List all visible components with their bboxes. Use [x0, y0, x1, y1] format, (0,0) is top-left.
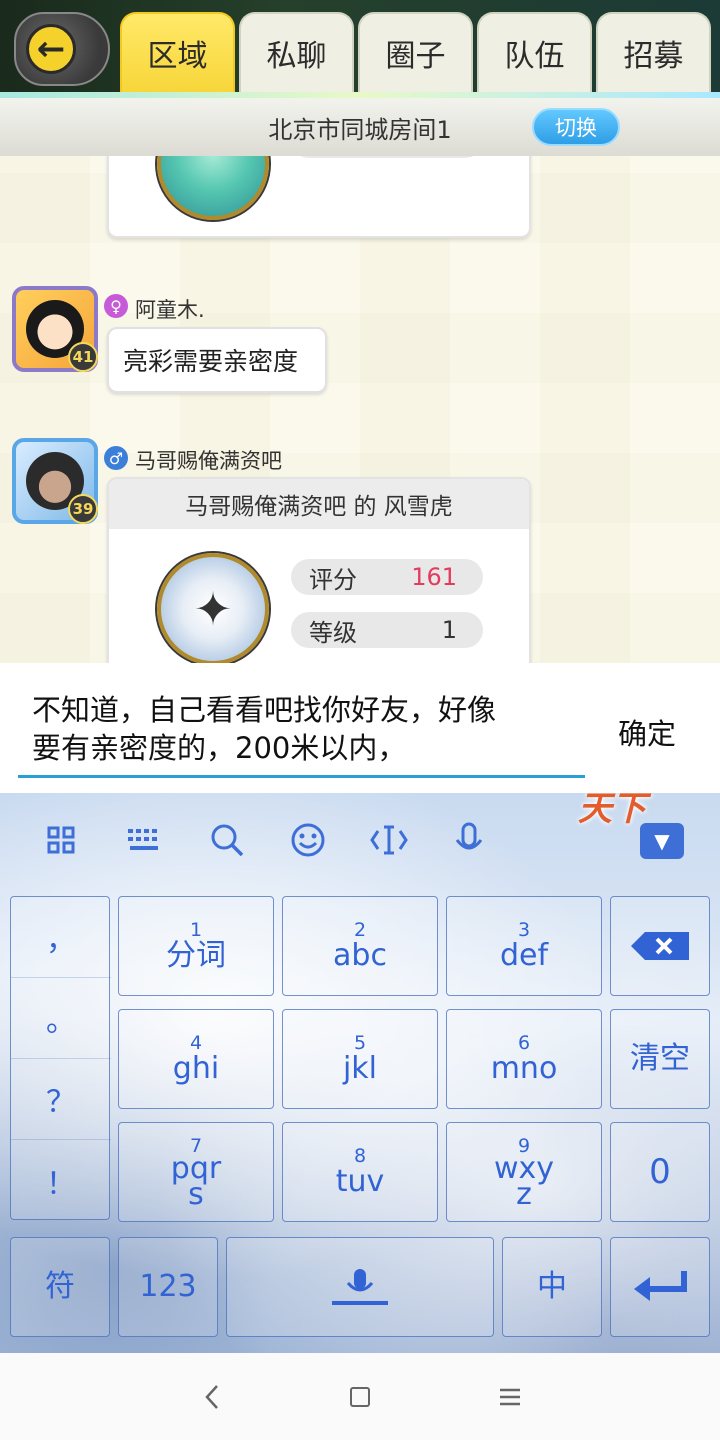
key-4[interactable]: 4 ghi [118, 1009, 274, 1109]
punct-comma-key[interactable]: ， [11, 897, 111, 978]
punct-period-key[interactable]: 。 [11, 978, 111, 1059]
avatar[interactable]: 39 [12, 438, 98, 524]
key-8[interactable]: 8 tuv [282, 1122, 438, 1222]
username: 阿童木. [135, 298, 205, 322]
microphone-space-icon [332, 1269, 388, 1305]
level-badge: 39 [68, 494, 98, 524]
score-value: 161 [411, 563, 457, 591]
nav-menu-icon[interactable] [492, 1379, 528, 1415]
confirm-button[interactable]: 确定 [618, 711, 676, 753]
pet-avatar [157, 156, 269, 220]
switch-room-button[interactable]: 切换 [532, 108, 620, 146]
back-button[interactable]: ← [14, 12, 110, 86]
female-icon: ♀ [104, 294, 128, 318]
pet-card-title: 马哥赐俺满资吧 的 风雪虎 [109, 479, 529, 529]
symbol-key[interactable]: 符 [10, 1237, 110, 1337]
system-nav-bar [0, 1353, 720, 1440]
cursor-icon[interactable] [368, 819, 410, 861]
punct-question-key[interactable]: ？ [11, 1059, 111, 1140]
room-name: 北京市同城房间1 [268, 115, 452, 144]
language-key[interactable]: 中 [502, 1237, 602, 1337]
chat-message-list[interactable]: 等级 1 41 ♀ 阿童木. 亮彩需要亲密度 39 ♂ 马哥赐俺满资吧 马哥赐俺… [0, 156, 720, 663]
level-pill: 等级 1 [291, 612, 483, 648]
top-tab-bar: ← 区域 私聊 圈子 队伍 招募 [0, 0, 720, 96]
emoji-icon[interactable] [287, 819, 329, 861]
avatar[interactable]: 41 [12, 286, 98, 372]
username: 马哥赐俺满资吧 [135, 449, 282, 473]
key-9[interactable]: 9 wxy z [446, 1122, 602, 1222]
message-input[interactable]: 不知道，自己看看吧找你好友，好像 要有亲密度的，200米以内， [32, 691, 572, 767]
level-label: 等级 [309, 156, 357, 158]
level-label: 等级 [309, 618, 357, 647]
punct-exclaim-key[interactable]: ！ [11, 1140, 111, 1221]
soft-keyboard: 天下 ▼ ， 。 ？ ！ 1 分词 2 abc 3 def 4 ghi 5 jk… [0, 789, 720, 1353]
message-bubble[interactable]: 亮彩需要亲密度 [107, 327, 327, 393]
clear-key[interactable]: 清空 [610, 1009, 710, 1109]
enter-key[interactable] [610, 1237, 710, 1337]
backspace-key[interactable] [610, 896, 710, 996]
search-icon[interactable] [206, 819, 248, 861]
level-value: 1 [441, 616, 457, 644]
male-icon: ♂ [104, 446, 128, 470]
score-label: 评分 [309, 565, 357, 594]
key-6[interactable]: 6 mno [446, 1009, 602, 1109]
pet-avatar: ✦ [157, 553, 269, 663]
microphone-icon[interactable] [448, 819, 490, 861]
key-1[interactable]: 1 分词 [118, 896, 274, 996]
punctuation-column: ， 。 ？ ！ [10, 896, 111, 1221]
numeric-key[interactable]: 123 [118, 1237, 218, 1337]
space-key[interactable] [226, 1237, 494, 1337]
message-input-row: 不知道，自己看看吧找你好友，好像 要有亲密度的，200米以内， 确定 [0, 663, 720, 793]
enter-icon [634, 1271, 687, 1301]
pet-card-top[interactable]: 等级 1 [107, 156, 531, 238]
nav-home-icon[interactable] [342, 1379, 378, 1415]
key-0[interactable]: 0 [610, 1122, 710, 1222]
keyboard-icon[interactable] [124, 819, 166, 861]
tab-circle[interactable]: 圈子 [358, 12, 473, 92]
backspace-icon [631, 932, 689, 960]
tab-private-chat[interactable]: 私聊 [239, 12, 354, 92]
message-input-line2: 要有亲密度的，200米以内， [32, 731, 407, 765]
keyboard-toolbar: 天下 ▼ [0, 789, 720, 885]
level-badge: 41 [68, 342, 98, 372]
level-pill: 等级 1 [291, 156, 483, 158]
pet-card[interactable]: 马哥赐俺满资吧 的 风雪虎 ✦ 评分 161 等级 1 [107, 477, 531, 663]
key-2[interactable]: 2 abc [282, 896, 438, 996]
grid-icon[interactable] [40, 819, 82, 861]
tab-list: 区域 私聊 圈子 队伍 招募 [120, 12, 711, 92]
key-5[interactable]: 5 jkl [282, 1009, 438, 1109]
score-pill: 评分 161 [291, 559, 483, 595]
tab-team[interactable]: 队伍 [477, 12, 592, 92]
input-underline [18, 775, 585, 778]
key-3[interactable]: 3 def [446, 896, 602, 996]
message-input-line1: 不知道，自己看看吧找你好友，好像 [32, 693, 497, 727]
room-header: 北京市同城房间1 切换 [0, 98, 720, 156]
collapse-down-icon[interactable]: ▼ [640, 823, 684, 859]
nav-back-icon[interactable] [194, 1379, 230, 1415]
tab-region[interactable]: 区域 [120, 12, 235, 92]
key-7[interactable]: 7 pqr s [118, 1122, 274, 1222]
tab-recruit[interactable]: 招募 [596, 12, 711, 92]
arrow-left-icon: ← [26, 24, 76, 74]
tiger-icon: ✦ [193, 582, 233, 636]
